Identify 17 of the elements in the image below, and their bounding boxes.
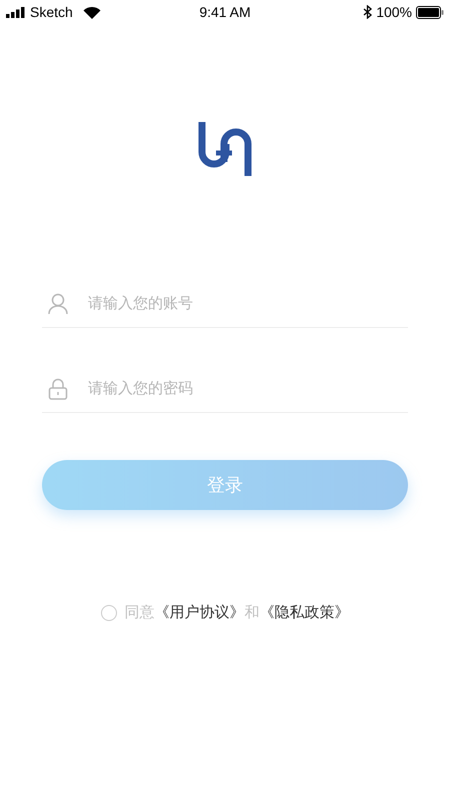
account-field[interactable]: 请输入您的账号 [88,280,408,327]
signal-icon [6,6,26,18]
agree-checkbox[interactable] [100,605,116,622]
wifi-icon [82,6,101,18]
carrier-name: Sketch [30,2,73,22]
privacy-policy-link[interactable]: 《隐私政策》 [260,602,350,624]
battery-icon [416,6,444,18]
logo-icon [198,120,252,178]
password-field[interactable]: 请输入您的密码 [88,365,408,412]
joiner-text: 和 [244,603,260,623]
user-icon [48,292,68,314]
battery-percent: 100% [376,2,412,22]
lock-icon [48,378,68,400]
agree-text: 同意 [124,603,154,623]
status-time: 9:41 AM [199,2,251,22]
user-agreement-link[interactable]: 《用户协议》 [154,602,244,624]
bluetooth-icon [363,5,372,19]
